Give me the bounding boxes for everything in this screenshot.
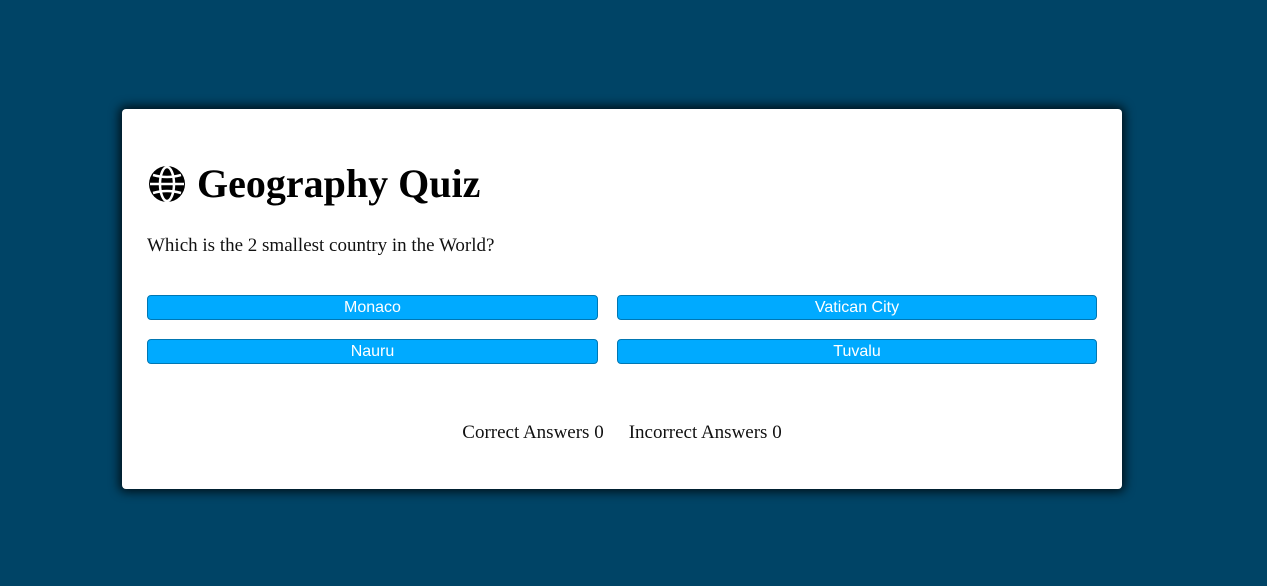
answer-button-tuvalu[interactable]: Tuvalu [617,339,1097,364]
answer-button-monaco[interactable]: Monaco [147,295,598,320]
question-text: Which is the 2 smallest country in the W… [147,235,495,256]
quiz-card: Geography Quiz Which is the 2 smallest c… [122,109,1122,489]
incorrect-answers-value: 0 [772,422,782,443]
answer-button-vatican-city[interactable]: Vatican City [617,295,1097,320]
answer-button-nauru[interactable]: Nauru [147,339,598,364]
incorrect-answers-label: Incorrect Answers [628,422,768,443]
score-bar: Correct Answers 0 Incorrect Answers 0 [122,421,1122,445]
incorrect-answers-counter: Incorrect Answers 0 [629,421,782,445]
correct-answers-label: Correct Answers [462,422,590,443]
quiz-title-text: Geography Quiz [197,161,481,206]
correct-answers-value: 0 [594,422,604,443]
correct-answers-counter: Correct Answers 0 [462,421,603,445]
globe-icon [147,164,187,204]
quiz-title: Geography Quiz [147,161,480,207]
